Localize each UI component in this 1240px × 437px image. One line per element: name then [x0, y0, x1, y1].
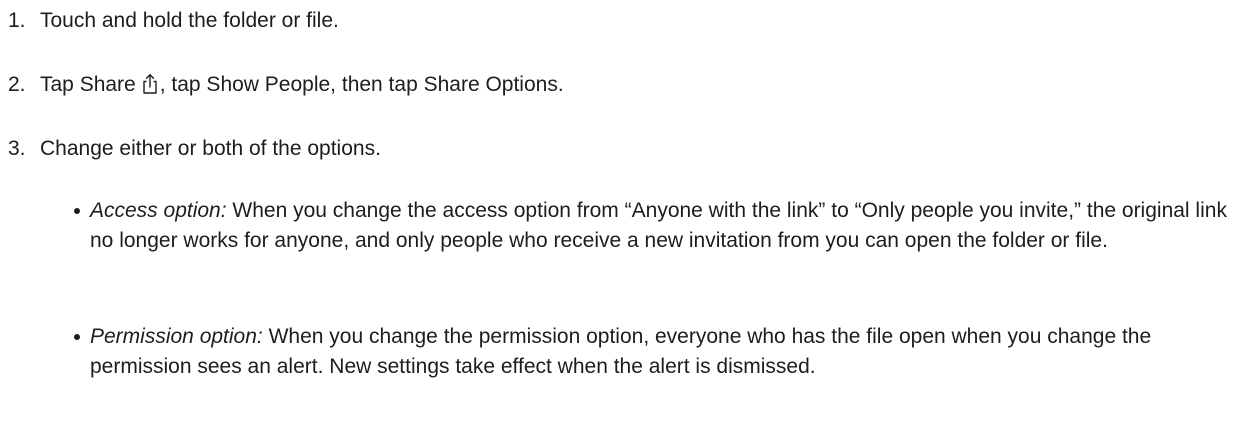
step-3: 3. Change either or both of the options. — [8, 134, 381, 164]
bullet-term: Permission option: — [90, 325, 263, 348]
step-text-after-icon: , tap Show People, then tap Share Option… — [159, 73, 564, 96]
step-1: 1. Touch and hold the folder or file. — [8, 6, 339, 36]
instructions-document: 1. Touch and hold the folder or file. 2.… — [0, 0, 1240, 437]
access-option-bullet: Access option: When you change the acces… — [74, 196, 1230, 256]
step-number: 3. — [8, 137, 26, 160]
step-2: 2. Tap Share , tap Show People, then tap … — [8, 70, 564, 100]
bullet-term: Access option: — [90, 199, 227, 222]
step-number: 2. — [8, 73, 26, 96]
bullet-text: When you change the access option from “… — [90, 199, 1227, 252]
step-text: Touch and hold the folder or file. — [40, 9, 339, 32]
step-text: Change either or both of the options. — [40, 137, 381, 160]
step-number: 1. — [8, 9, 26, 32]
step-text: Tap Share , tap Show People, then tap Sha… — [40, 70, 564, 100]
permission-option-bullet: Permission option: When you change the p… — [74, 322, 1230, 382]
bullet-dot — [74, 334, 80, 340]
step-text-before-icon: Tap Share — [40, 73, 136, 96]
bullet-dot — [74, 208, 80, 214]
share-icon — [140, 73, 160, 95]
